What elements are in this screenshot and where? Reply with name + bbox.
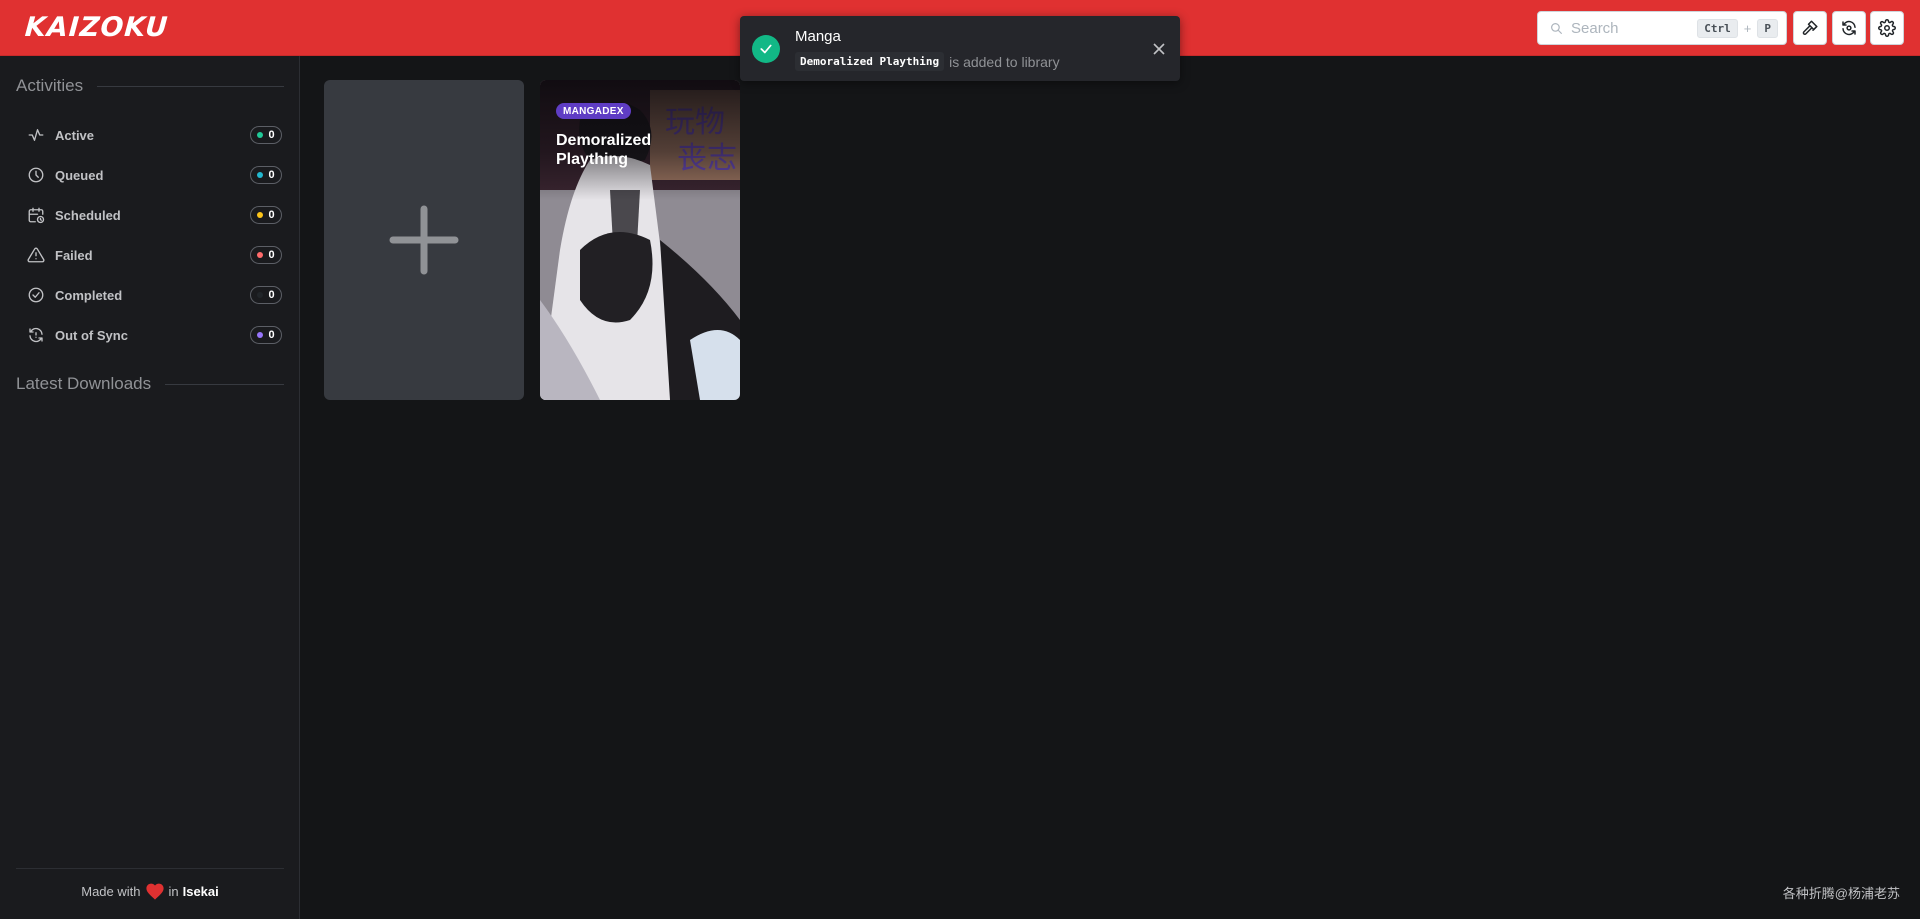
activity-scheduled[interactable]: Scheduled 0	[16, 197, 284, 233]
activity-count-badge: 0	[250, 126, 282, 144]
activity-count-badge: 0	[250, 166, 282, 184]
kbd-p: P	[1757, 18, 1778, 38]
count: 0	[268, 289, 275, 301]
status-dot	[257, 252, 264, 258]
status-dot	[257, 172, 264, 178]
source-badge: MANGADEX	[556, 103, 631, 119]
watermark: 各种折腾@杨浦老苏	[1782, 886, 1900, 901]
activities-section: Activities	[16, 76, 284, 96]
alert-triangle-icon	[26, 245, 46, 265]
close-button[interactable]	[1150, 40, 1168, 58]
footer-divider	[16, 868, 284, 869]
activity-icon	[26, 125, 46, 145]
plus-icon	[389, 205, 459, 275]
hammer-icon	[1802, 20, 1818, 35]
count: 0	[268, 169, 275, 181]
search-icon	[1550, 22, 1563, 35]
notification-manga-name: Demoralized Plaything	[795, 52, 945, 71]
activity-label: Out of Sync	[55, 327, 128, 343]
activity-count-badge: 0	[250, 246, 282, 264]
settings-button[interactable]	[1870, 11, 1904, 45]
activities-title: Activities	[16, 76, 84, 95]
clock-icon	[26, 165, 46, 185]
activity-count-badge: 0	[250, 286, 282, 304]
count: 0	[268, 129, 275, 141]
add-manga-card[interactable]	[324, 80, 524, 400]
divider	[97, 85, 284, 87]
refresh-icon	[1842, 20, 1856, 36]
notification-message: Demoralized Plaything is added to librar…	[795, 52, 1060, 71]
manga-title: Demoralized Plaything	[556, 132, 652, 168]
footer-prefix: Made with	[81, 883, 141, 899]
heart-icon	[145, 882, 165, 900]
search-shortcut: Ctrl + P	[1697, 18, 1778, 38]
manga-card[interactable]: 玩物 丧志 MANGADEX Demoralized Plaything	[540, 80, 740, 400]
activity-count-badge: 0	[250, 326, 282, 344]
search-placeholder: Search	[1571, 19, 1619, 37]
circle-check-icon	[26, 285, 46, 305]
footer-place: Isekai	[182, 883, 219, 899]
activity-count-badge: 0	[250, 206, 282, 224]
refresh-alert-icon	[26, 325, 46, 345]
notification-text: is added to library	[949, 53, 1060, 70]
footer-middle: in	[168, 883, 179, 899]
search-input[interactable]: Search Ctrl + P	[1537, 11, 1787, 45]
sidebar: Activities Active 0 Queued 0 Scheduled 0…	[0, 56, 300, 919]
activity-label: Queued	[55, 167, 104, 183]
latest-downloads-title: Latest Downloads	[16, 374, 152, 393]
status-dot	[257, 332, 264, 338]
activity-out-of-sync[interactable]: Out of Sync 0	[16, 317, 284, 353]
check-icon	[752, 35, 780, 63]
activity-label: Failed	[55, 247, 93, 263]
activity-label: Active	[55, 127, 95, 143]
status-dot	[257, 212, 264, 218]
divider	[165, 383, 284, 385]
notification-toast: Manga Demoralized Plaything is added to …	[740, 16, 1180, 81]
hammer-button[interactable]	[1793, 11, 1827, 45]
sync-button[interactable]	[1832, 11, 1866, 45]
kbd-plus: +	[1743, 20, 1752, 36]
status-dot	[257, 292, 264, 298]
count: 0	[268, 249, 275, 261]
footer: Made with in Isekai	[0, 882, 300, 900]
gear-icon	[1878, 19, 1896, 37]
kbd-ctrl: Ctrl	[1697, 18, 1738, 38]
logo[interactable]: KAIZOKU	[24, 12, 169, 43]
activity-label: Scheduled	[55, 207, 121, 223]
activity-failed[interactable]: Failed 0	[16, 237, 284, 273]
status-dot	[257, 132, 264, 138]
activity-active[interactable]: Active 0	[16, 117, 284, 153]
activity-label: Completed	[55, 287, 123, 303]
close-icon	[1153, 43, 1165, 55]
calendar-icon	[26, 205, 46, 225]
notification-title: Manga	[795, 28, 841, 45]
activity-completed[interactable]: Completed 0	[16, 277, 284, 313]
activity-queued[interactable]: Queued 0	[16, 157, 284, 193]
count: 0	[268, 329, 275, 341]
count: 0	[268, 209, 275, 221]
latest-downloads-section: Latest Downloads	[16, 374, 284, 394]
